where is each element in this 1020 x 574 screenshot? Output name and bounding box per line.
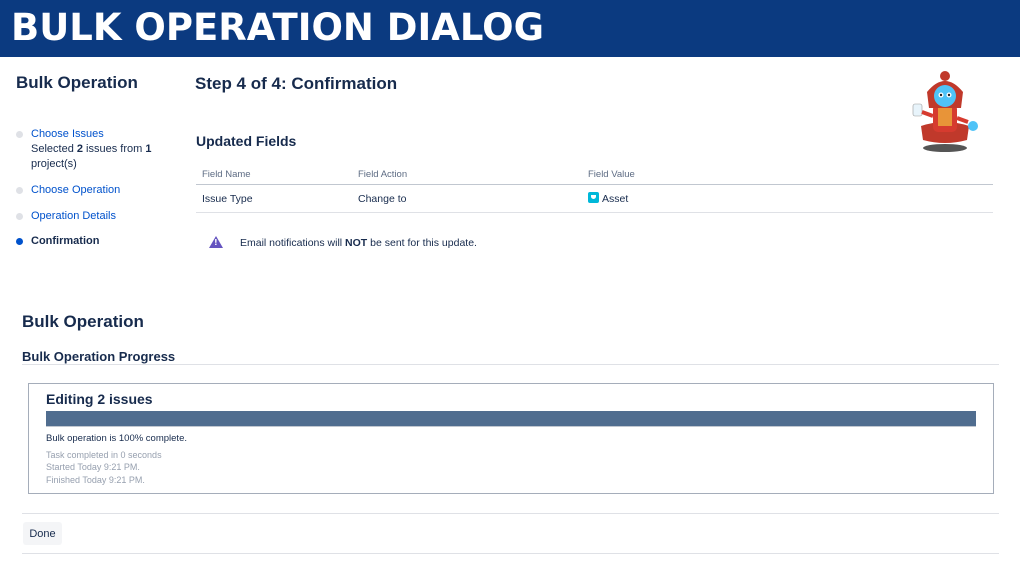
step-operation-details[interactable]: Operation Details [16,209,116,224]
progress-panel: Editing 2 issues Bulk operation is 100% … [28,383,994,494]
done-button[interactable]: Done [23,522,62,545]
progress-bar-fill [46,411,976,426]
email-notice: Email notifications will NOT be sent for… [240,237,477,249]
column-header: Field Name [196,166,352,185]
divider [22,553,999,554]
finished-text: Finished Today 9:21 PM. [46,475,145,485]
step-label[interactable]: Choose Issues [31,127,176,142]
field-value-cell: Asset [582,184,993,213]
banner-title: BULK OPERATION DIALOG [11,6,544,49]
updated-fields-title: Updated Fields [196,133,297,149]
progress-status: Bulk operation is 100% complete. [46,433,187,444]
step-dot [16,131,23,138]
step-dot [16,187,23,194]
step-dot [16,213,23,220]
progress-panel-title: Editing 2 issues [46,391,153,407]
step-choose-operation[interactable]: Choose Operation [16,183,120,198]
divider [22,364,999,365]
step-label[interactable]: Operation Details [31,209,116,224]
table-row: Issue Type Change to Asset [196,184,993,213]
progress-bar [46,411,976,427]
step-dot-active [16,238,23,245]
asset-icon [588,192,599,203]
field-name-cell: Issue Type [196,184,352,213]
banner: BULK OPERATION DIALOG [0,0,1020,57]
step-label[interactable]: Choose Operation [31,183,120,198]
bulk-operation-title: Bulk Operation [22,312,144,331]
field-value-text: Asset [602,193,629,205]
mascot-illustration [912,71,978,152]
updated-fields-table: Field Name Field Action Field Value Issu… [196,166,993,213]
sidebar-title: Bulk Operation [16,73,138,92]
field-action-cell: Change to [352,184,582,213]
progress-subtitle: Bulk Operation Progress [22,349,176,364]
started-text: Started Today 9:21 PM. [46,462,140,472]
divider [22,513,999,514]
step-label: Confirmation [31,235,100,247]
step-choose-issues[interactable]: Choose Issues Selected 2 issues from 1 p… [16,127,176,172]
table-header-row: Field Name Field Action Field Value [196,166,993,185]
step-title: Step 4 of 4: Confirmation [195,74,398,93]
warning-icon [209,236,223,248]
task-completed-text: Task completed in 0 seconds [46,450,162,460]
column-header: Field Value [582,166,993,185]
step-description: Selected 2 issues from 1 project(s) [31,143,152,170]
step-confirmation: Confirmation [16,234,99,249]
column-header: Field Action [352,166,582,185]
